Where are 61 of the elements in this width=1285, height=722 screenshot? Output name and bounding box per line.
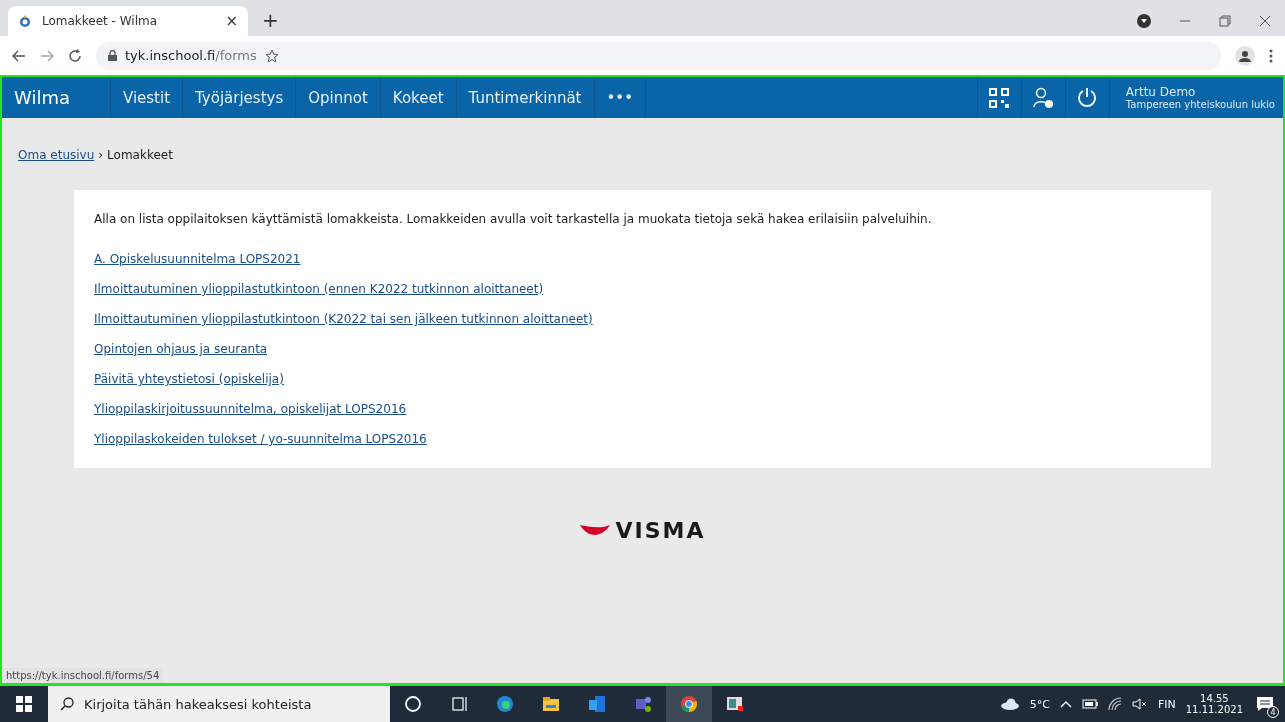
back-arrow-icon[interactable] — [12, 49, 26, 62]
user-name[interactable]: Arttu Demo — [1125, 85, 1275, 99]
task-view-icon[interactable] — [450, 695, 468, 713]
chevron-up-icon[interactable] — [1059, 700, 1072, 708]
wilma-logo-link[interactable]: Wilma — [2, 77, 111, 118]
profile-icon[interactable] — [1235, 45, 1255, 66]
star-icon[interactable] — [264, 48, 279, 63]
windows-start-icon[interactable] — [16, 696, 32, 712]
language-indicator[interactable]: FIN — [1157, 697, 1176, 711]
breadcrumb-link[interactable]: Oma etusivu — [18, 148, 95, 162]
edge-browser-icon[interactable] — [496, 695, 514, 713]
school-name: Tampereen yhteiskoulun lukio — [1125, 99, 1275, 110]
nav-link[interactable]: Viestit — [110, 77, 184, 118]
browser-tab[interactable]: Lomakkeet - Wilma × — [8, 6, 248, 36]
profile-dropdown-icon[interactable] — [1137, 14, 1151, 28]
qr-code-icon[interactable] — [989, 87, 1010, 108]
user-settings-icon[interactable] — [1032, 86, 1055, 109]
close-tab-button[interactable]: × — [225, 12, 238, 30]
form-link[interactable]: A. Opiskelusuunnitelma LOPS2021 — [94, 244, 301, 274]
nav-link[interactable]: Kokeet — [380, 77, 457, 118]
nav-link[interactable]: Opinnot — [296, 77, 381, 118]
breadcrumb-separator: › — [98, 148, 104, 162]
wifi-icon[interactable] — [1107, 697, 1122, 711]
link-url-status: https://tyk.inschool.fi/forms/54 — [2, 668, 164, 683]
muted-speaker-icon[interactable] — [1131, 698, 1148, 710]
reload-icon[interactable] — [68, 48, 82, 63]
folder-icon[interactable] — [542, 695, 560, 713]
taskbar-search-field[interactable]: Kirjoita tähän hakeaksesi kohteista — [48, 686, 390, 722]
form-link[interactable]: Ilmoittautuminen ylioppilastutkintoon (K2022 tai sen jälkeen tutkinnon aloittaneet) — [94, 304, 593, 334]
visma-logo-text: VISMA — [615, 518, 706, 543]
form-link[interactable]: Ilmoittautuminen ylioppilastutkintoon (ennen K2022 tutkinnon aloittaneet) — [94, 274, 544, 304]
battery-icon[interactable] — [1081, 699, 1098, 709]
tab-title: Lomakkeet - Wilma — [42, 14, 159, 28]
time-text: 14.55 — [1200, 693, 1229, 704]
intro-text: Alla on lista oppilaitoksen käyttämistä lomakkeista. Lomakkeiden avulla voit tarkastella ja muokata tietoja sekä hakea erilaisiin palveluihin. — [94, 212, 933, 226]
close-icon[interactable] — [1259, 15, 1271, 27]
restore-icon[interactable] — [1219, 15, 1231, 27]
new-tab-button[interactable]: + — [262, 8, 279, 32]
app-tiles-icon[interactable] — [588, 695, 606, 713]
nav-link[interactable]: Tuntimerkinnät — [456, 77, 595, 118]
clock[interactable]: 14.55 11.11.2021 — [1185, 693, 1243, 715]
window-app-icon[interactable] — [726, 695, 744, 713]
menu-icon[interactable] — [1269, 48, 1273, 63]
nav-link[interactable]: ••• — [594, 77, 647, 118]
circle-icon[interactable] — [404, 695, 422, 713]
date-text: 11.11.2021 — [1185, 704, 1243, 715]
notification-count-badge: 4 — [1267, 706, 1279, 718]
breadcrumb-current: Lomakkeet — [107, 148, 173, 162]
temperature-text[interactable]: 5°C — [1029, 697, 1050, 711]
form-link[interactable]: Päivitä yhteystietosi (opiskelija) — [94, 364, 284, 394]
form-link[interactable]: Ylioppilaskirjoitussuunnitelma, opiskelijat LOPS2016 — [94, 394, 407, 424]
address-bar[interactable]: tyk.inschool.fi/forms — [96, 41, 1221, 70]
power-icon[interactable] — [1076, 86, 1099, 109]
chrome-icon[interactable] — [680, 695, 698, 713]
form-link[interactable]: Opintojen ohjaus ja seuranta — [94, 334, 268, 364]
lock-icon — [108, 50, 117, 61]
teams-icon[interactable] — [634, 695, 652, 713]
form-link[interactable]: Ylioppilaskokeiden tulokset / yo-suunnitelma LOPS2016 — [94, 424, 427, 454]
cloud-icon — [999, 698, 1020, 710]
nav-link[interactable]: Työjärjestys — [183, 77, 297, 118]
url-text: tyk.inschool.fi/forms — [125, 48, 257, 63]
